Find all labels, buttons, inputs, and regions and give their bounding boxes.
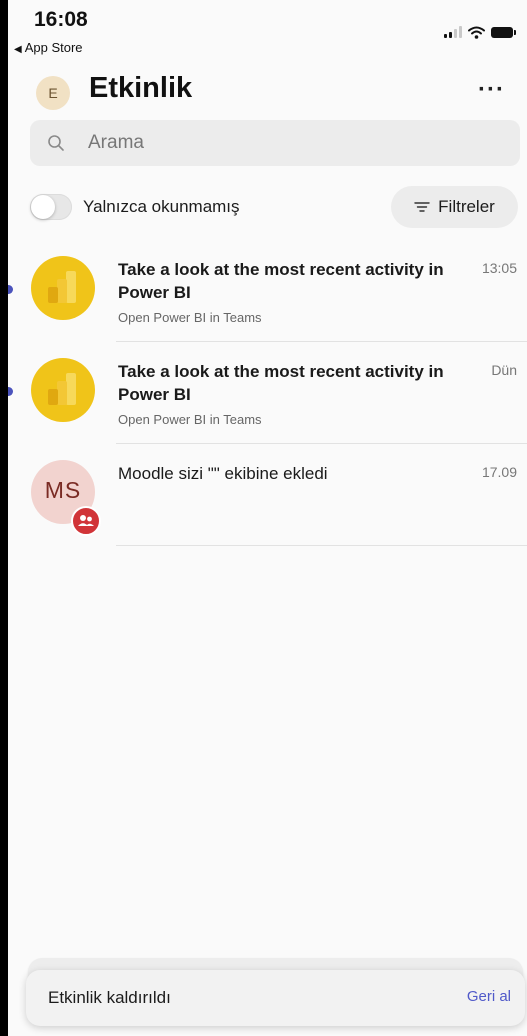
wifi-icon xyxy=(468,26,485,39)
power-bi-icon xyxy=(48,271,76,303)
search-icon xyxy=(48,135,64,151)
activity-item[interactable]: Take a look at the most recent activity … xyxy=(8,240,527,342)
filter-row: Yalnızca okunmamış Filtreler xyxy=(8,186,527,230)
activity-item[interactable]: MS Moodle sizi "" ekibine ekledi 17.09 xyxy=(8,444,527,546)
header: E Etkinlik ··· xyxy=(8,68,527,118)
back-app-label: App Store xyxy=(24,40,83,55)
back-to-app-store-link[interactable]: ◀ App Store xyxy=(14,40,83,55)
filters-button[interactable]: Filtreler xyxy=(391,186,518,228)
power-bi-avatar xyxy=(31,358,95,422)
divider xyxy=(116,545,527,546)
toggle-knob xyxy=(31,195,55,219)
cellular-signal-icon xyxy=(444,26,462,38)
undo-toast: Etkinlik kaldırıldı Geri al xyxy=(26,970,525,1026)
activity-title: Take a look at the most recent activity … xyxy=(118,362,444,404)
undo-button[interactable]: Geri al xyxy=(467,988,511,1005)
search-input[interactable]: Arama xyxy=(88,132,144,154)
unread-only-label: Yalnızca okunmamış xyxy=(83,197,240,216)
battery-icon xyxy=(491,26,516,38)
toast-message: Etkinlik kaldırıldı xyxy=(48,988,171,1007)
filters-label: Filtreler xyxy=(438,197,495,216)
unread-only-toggle[interactable] xyxy=(30,194,72,220)
activity-time: 13:05 xyxy=(481,260,517,276)
unread-indicator xyxy=(8,285,13,294)
page-title: Etkinlik xyxy=(89,72,193,104)
people-icon xyxy=(78,515,94,526)
activity-screen: 16:08 ◀ App Store E Etkinlik ··· Arama Y… xyxy=(8,0,527,1036)
profile-avatar[interactable]: E xyxy=(36,76,70,110)
more-options-button[interactable]: ··· xyxy=(478,76,505,104)
status-time: 16:08 xyxy=(34,8,88,31)
activity-subtitle: Open Power BI in Teams xyxy=(118,412,262,427)
activity-feed: Take a look at the most recent activity … xyxy=(8,240,527,546)
power-bi-icon xyxy=(48,373,76,405)
activity-time: 17.09 xyxy=(481,464,517,480)
activity-title: Moodle sizi "" ekibine ekledi xyxy=(118,464,328,483)
back-arrow-icon: ◀ xyxy=(14,44,22,55)
unread-indicator xyxy=(8,387,13,396)
filter-icon xyxy=(414,202,430,212)
activity-time: Dün xyxy=(491,362,517,378)
activity-title: Take a look at the most recent activity … xyxy=(118,260,444,302)
system-icons xyxy=(444,24,516,40)
activity-subtitle: Open Power BI in Teams xyxy=(118,310,262,325)
activity-item[interactable]: Take a look at the most recent activity … xyxy=(8,342,527,444)
search-bar[interactable]: Arama xyxy=(30,120,520,166)
status-bar: 16:08 ◀ App Store xyxy=(8,0,527,58)
power-bi-avatar xyxy=(31,256,95,320)
team-badge-icon xyxy=(71,506,101,536)
